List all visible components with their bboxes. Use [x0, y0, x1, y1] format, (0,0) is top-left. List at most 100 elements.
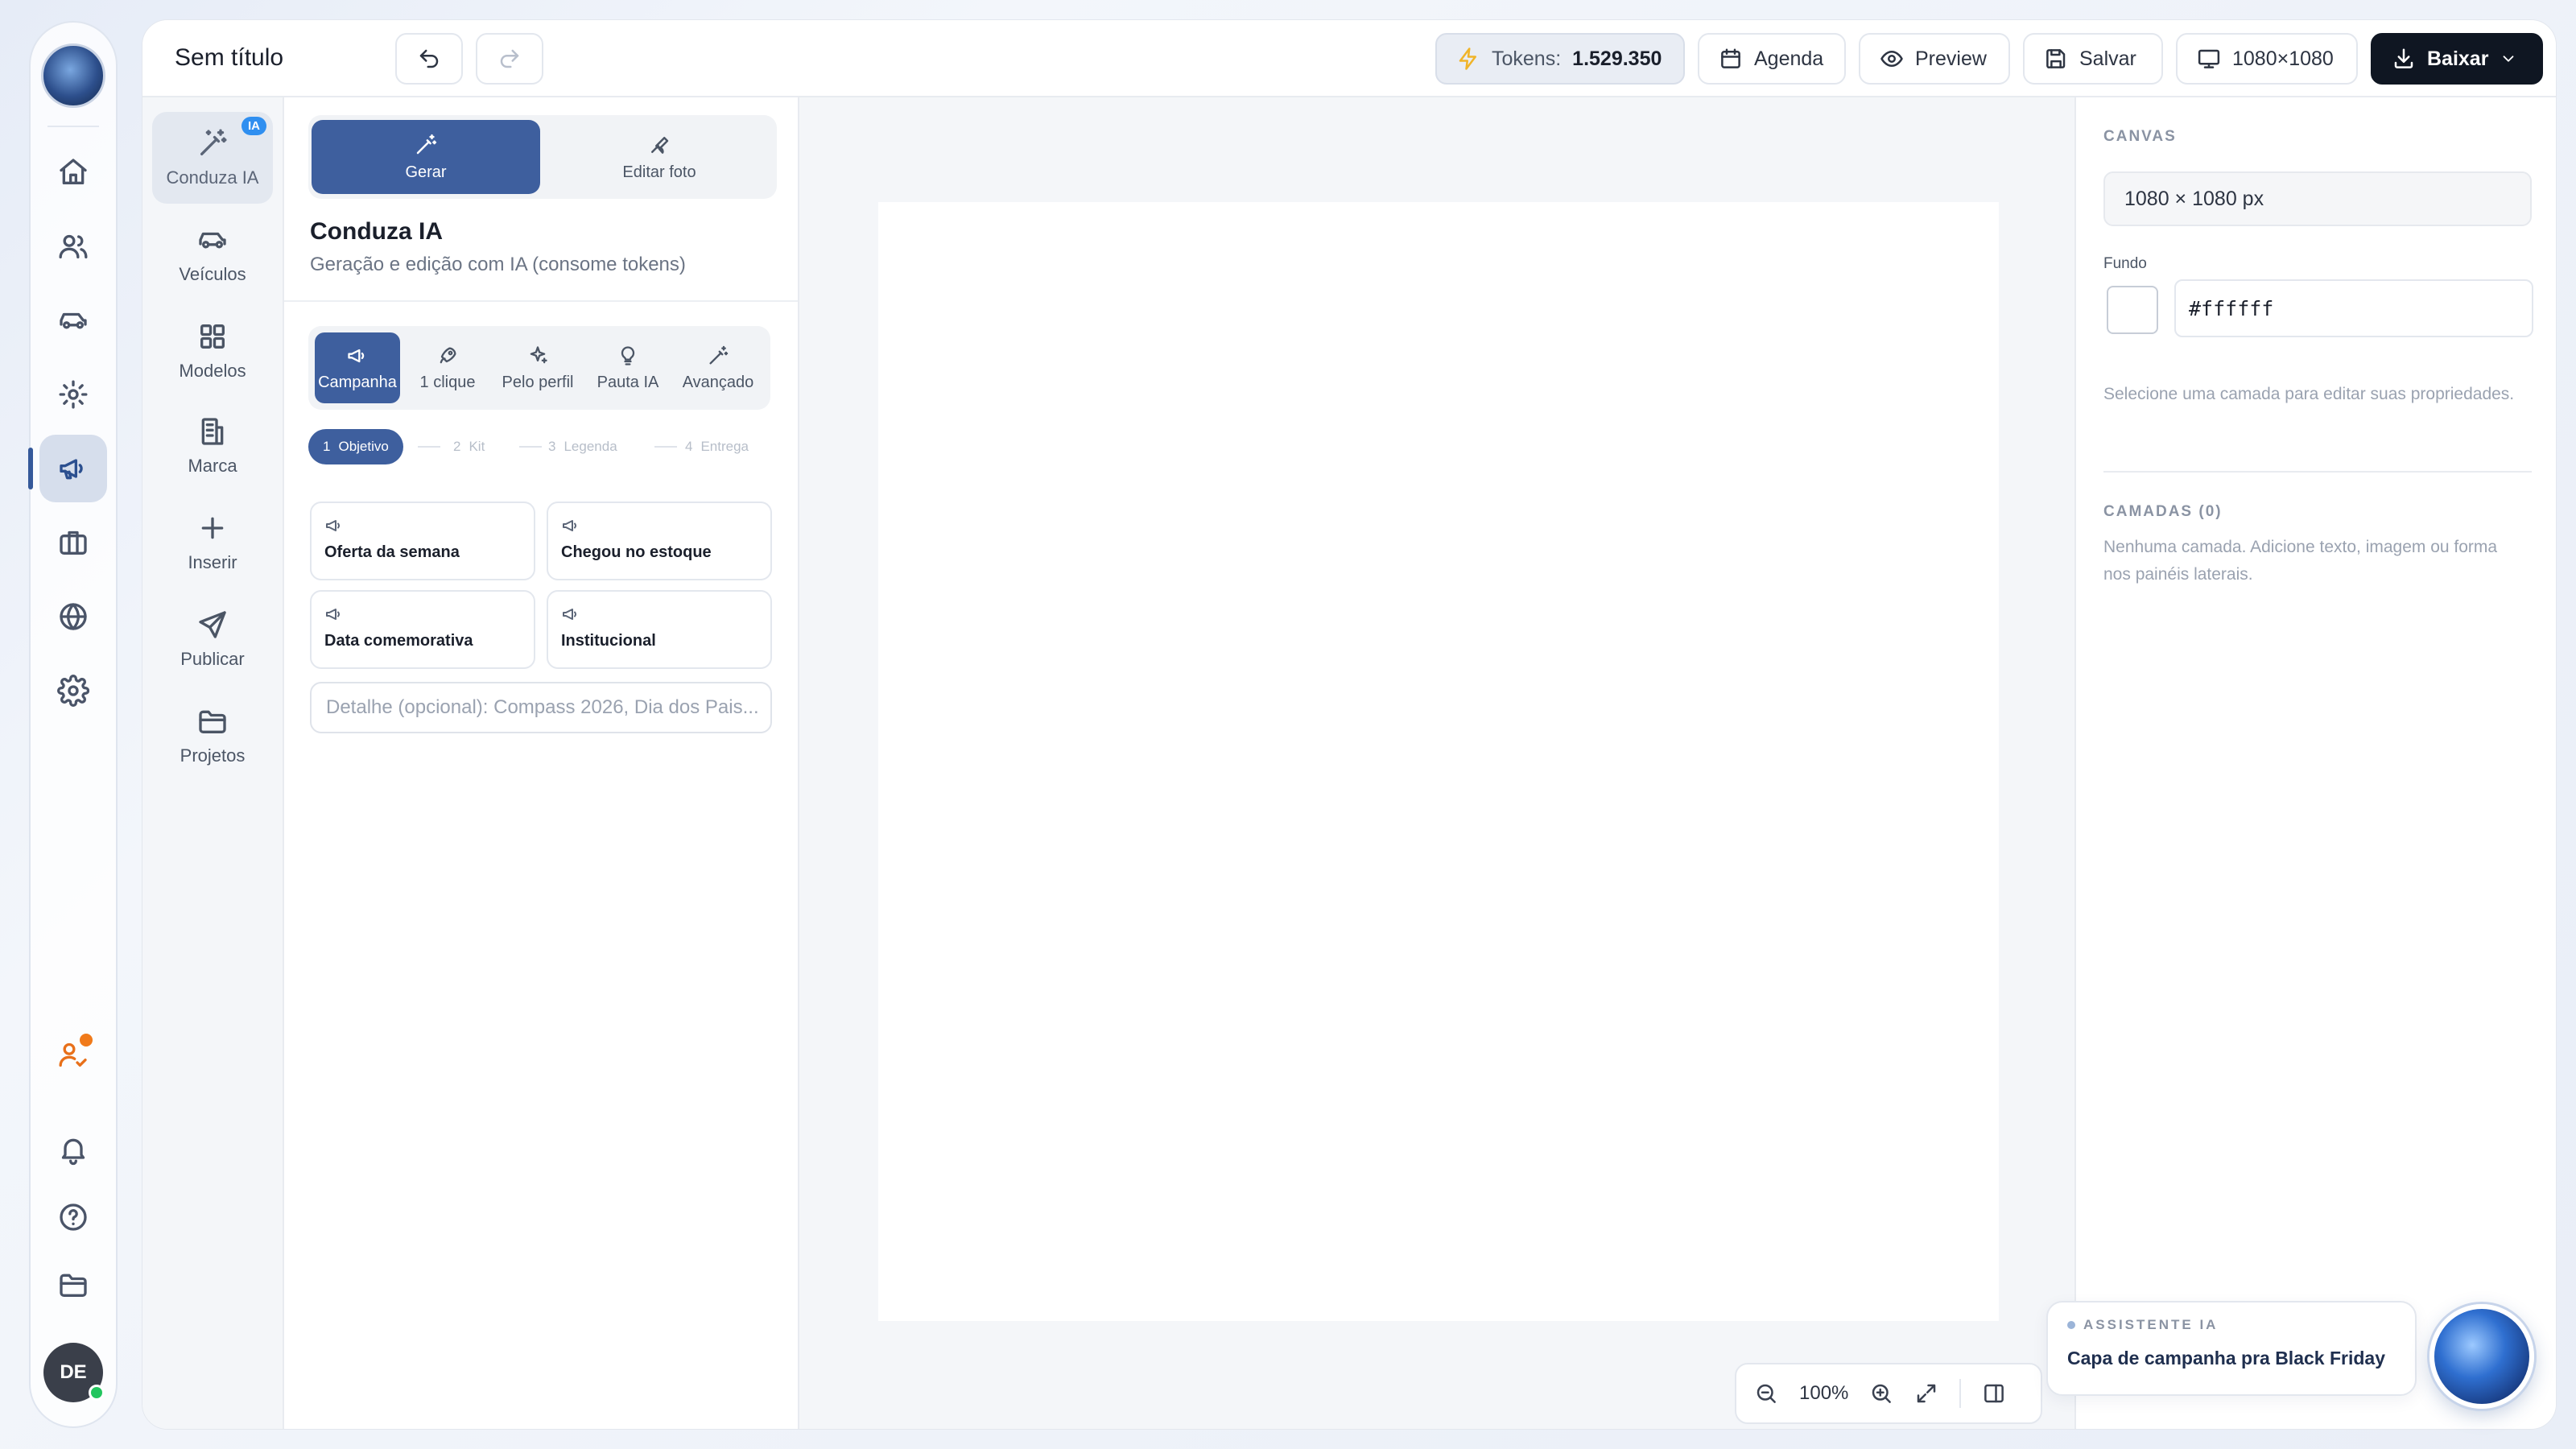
category-projetos[interactable]: Projetos: [152, 690, 273, 782]
option-data-comemorativa[interactable]: Data comemorativa: [310, 590, 535, 669]
app-rail: DE: [28, 21, 118, 1428]
category-conduza-ia[interactable]: IA Conduza IA: [152, 112, 273, 204]
zoom-out-icon[interactable]: [1754, 1381, 1778, 1406]
step-kit[interactable]: 2 Kit: [453, 429, 485, 464]
eye-icon: [1880, 51, 1903, 67]
tokens-balance[interactable]: Tokens: 1.529.350: [1435, 33, 1685, 85]
download-button[interactable]: Baixar: [2371, 33, 2543, 85]
panel-subtitle: Geração e edição com IA (consome tokens): [310, 254, 686, 275]
lightning-icon: [1459, 47, 1476, 70]
plus-icon: [201, 517, 224, 539]
category-veiculos[interactable]: Veículos: [152, 208, 273, 300]
category-publicar[interactable]: Publicar: [152, 593, 273, 685]
mode-1-clique[interactable]: 1 clique: [405, 332, 490, 403]
assistant-avatar[interactable]: [2429, 1304, 2534, 1409]
megaphone-icon: [326, 609, 341, 620]
mode-tabs: Campanha 1 clique Pelo perfil Pauta IA A…: [308, 326, 770, 410]
megaphone-icon[interactable]: [28, 435, 107, 502]
ai-panel: Gerar Editar foto Conduza IA Geração e e…: [284, 97, 799, 1429]
background-label: Fundo: [2103, 255, 2147, 272]
step-entrega[interactable]: 4 Entrega: [685, 429, 749, 464]
online-indicator: [89, 1385, 105, 1401]
step-objetivo[interactable]: 1 Objetivo: [308, 429, 403, 464]
detail-input[interactable]: Detalhe (opcional): Compass 2026, Dia do…: [310, 682, 772, 733]
fit-screen-icon[interactable]: [1914, 1381, 1938, 1406]
magic-wand-icon: [416, 134, 437, 154]
background-hex-input[interactable]: #ffffff: [2174, 279, 2533, 337]
notification-dot: [80, 1034, 93, 1046]
ia-badge: IA: [242, 117, 266, 135]
artboard[interactable]: [878, 202, 1999, 1321]
assistant-message: Capa de campanha pra Black Friday: [2067, 1348, 2385, 1368]
category-modelos[interactable]: Modelos: [152, 305, 273, 397]
save-button[interactable]: Salvar: [2023, 33, 2163, 85]
rail-divider: [47, 126, 99, 127]
redo-button[interactable]: [476, 33, 543, 85]
panel-segmented-control: Gerar Editar foto: [308, 115, 777, 199]
megaphone-icon: [563, 609, 577, 620]
agenda-button[interactable]: Agenda: [1698, 33, 1846, 85]
users-icon[interactable]: [39, 213, 107, 280]
magic-wand-icon: [200, 129, 227, 155]
tokens-value: 1.529.350: [1572, 47, 1662, 70]
properties-panel: CANVAS 1080 × 1080 px Fundo #ffffff Sele…: [2074, 97, 2556, 1429]
car-icon: [199, 232, 226, 249]
generate-tab[interactable]: Gerar: [312, 120, 540, 194]
magic-wand-icon: [709, 345, 729, 364]
gear-icon[interactable]: [39, 657, 107, 724]
mode-pauta-ia[interactable]: Pauta IA: [585, 332, 671, 403]
sparkles-icon: [530, 345, 547, 363]
mode-pelo-perfil[interactable]: Pelo perfil: [495, 332, 580, 403]
option-institucional[interactable]: Institucional: [547, 590, 772, 669]
folder-icon: [199, 710, 226, 733]
car-icon[interactable]: [39, 287, 107, 354]
megaphone-icon: [563, 520, 577, 531]
globe-icon[interactable]: [39, 583, 107, 650]
category-marca[interactable]: Marca: [152, 400, 273, 492]
briefcase-icon[interactable]: [39, 509, 107, 576]
document-title[interactable]: Sem título: [175, 44, 283, 72]
background-color-swatch[interactable]: [2107, 286, 2158, 334]
wizard-steps: 1 Objetivo 2 Kit 3 Legenda 4 Entrega: [308, 429, 775, 464]
mode-campanha[interactable]: Campanha: [315, 332, 400, 403]
rocket-icon: [440, 347, 456, 363]
megaphone-icon: [348, 349, 365, 362]
canvas-size-field[interactable]: 1080 × 1080 px: [2103, 171, 2532, 226]
category-sidebar: IA Conduza IA Veículos Modelos Marca Ins…: [142, 97, 284, 1429]
help-icon[interactable]: [39, 1187, 107, 1248]
redo-icon: [500, 49, 519, 68]
lightbulb-icon: [621, 345, 635, 365]
preview-button[interactable]: Preview: [1859, 33, 2010, 85]
top-toolbar: Sem título Tokens: 1.529.350 Agenda Prev…: [142, 20, 2556, 97]
calendar-icon: [1721, 48, 1740, 68]
send-icon: [199, 611, 226, 638]
option-chegou-no-estoque[interactable]: Chegou no estoque: [547, 502, 772, 580]
edit-photo-tab[interactable]: Editar foto: [545, 120, 774, 194]
step-legenda[interactable]: 3 Legenda: [548, 429, 617, 464]
assistant-tag: ASSISTENTE IA: [2067, 1317, 2396, 1333]
zoom-level: 100%: [1799, 1382, 1849, 1404]
editor-window: Sem título Tokens: 1.529.350 Agenda Prev…: [142, 19, 2557, 1430]
wrench-icon: [651, 136, 669, 154]
avatar[interactable]: DE: [43, 1343, 105, 1402]
undo-icon: [419, 49, 439, 68]
option-oferta-da-semana[interactable]: Oferta da semana: [310, 502, 535, 580]
layers-section-label: CAMADAS (0): [2103, 503, 2223, 520]
settings-icon[interactable]: [39, 361, 107, 428]
category-inserir[interactable]: Inserir: [152, 497, 273, 588]
assistant-bubble[interactable]: ASSISTENTE IA Capa de campanha pra Black…: [2046, 1301, 2417, 1396]
zoom-controls: 100%: [1735, 1363, 2042, 1424]
bell-icon[interactable]: [39, 1119, 107, 1180]
undo-button[interactable]: [395, 33, 463, 85]
brand-logo[interactable]: [41, 43, 105, 108]
mode-avancado[interactable]: Avançado: [675, 332, 761, 403]
folder-icon[interactable]: [39, 1254, 107, 1315]
zoom-in-icon[interactable]: [1869, 1381, 1893, 1406]
building-icon: [201, 418, 224, 445]
home-icon[interactable]: [39, 138, 107, 206]
user-check-icon[interactable]: [39, 1024, 107, 1085]
monitor-icon: [2198, 49, 2220, 68]
megaphone-icon: [326, 520, 341, 531]
canvas-size-button[interactable]: 1080×1080: [2176, 33, 2358, 85]
panel-toggle-icon[interactable]: [1982, 1381, 2006, 1406]
